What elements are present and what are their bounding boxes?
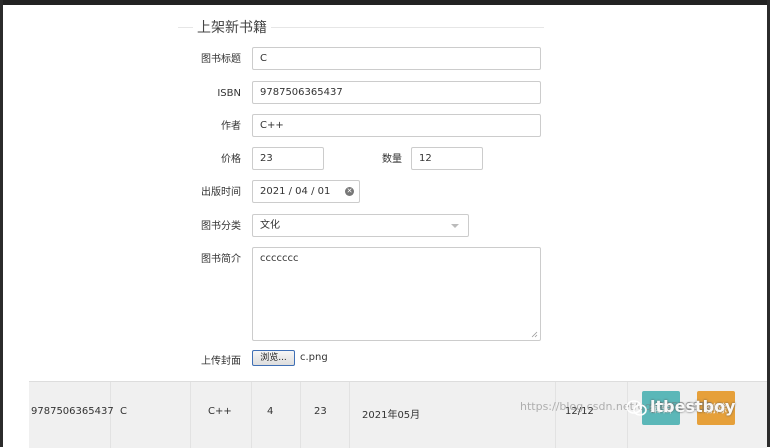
pubdate-label: 出版时间 — [201, 187, 241, 198]
chevron-down-icon — [451, 224, 459, 228]
clear-icon[interactable]: ✕ — [345, 187, 354, 196]
category-select[interactable]: 文化 — [252, 214, 469, 237]
cell-divider — [251, 382, 252, 448]
resize-grip-icon[interactable] — [531, 331, 538, 338]
cell-price: 23 — [314, 406, 327, 417]
cell-author: C++ — [208, 406, 232, 417]
wechat-logo-icon — [626, 400, 647, 416]
pubdate-input[interactable]: 2021 / 04 / 01 ✕ — [252, 180, 360, 203]
price-label: 价格 — [221, 154, 241, 165]
title-input[interactable]: C — [252, 47, 541, 70]
watermark-brand: ltbestboy — [650, 397, 736, 416]
cell-isbn: 9787506365437 — [31, 406, 114, 417]
quantity-input[interactable]: 12 — [411, 147, 483, 170]
file-name: c.png — [300, 352, 328, 363]
pubdate-value: 2021 / 04 / 01 — [260, 186, 331, 197]
quantity-label: 数量 — [382, 154, 402, 165]
window-top-border — [0, 0, 770, 5]
cell-title: C — [120, 406, 127, 417]
form-legend: 上架新书籍 — [193, 18, 271, 38]
cell-divider — [190, 382, 191, 448]
price-input[interactable]: 23 — [252, 147, 324, 170]
cell-divider — [349, 382, 350, 448]
category-value: 文化 — [260, 220, 280, 231]
isbn-label: ISBN — [217, 88, 241, 99]
intro-value: ccccccc — [260, 253, 299, 264]
cell-divider — [300, 382, 301, 448]
cell-date: 2021年05月 — [362, 410, 421, 421]
window-left-border — [0, 0, 3, 447]
browse-button[interactable]: 浏览... — [252, 350, 295, 366]
cover-label: 上传封面 — [201, 356, 241, 367]
author-label: 作者 — [221, 121, 241, 132]
intro-label: 图书简介 — [201, 254, 241, 265]
isbn-input[interactable]: 9787506365437 — [252, 81, 541, 104]
title-label: 图书标题 — [201, 54, 241, 65]
intro-textarea[interactable]: ccccccc — [252, 247, 541, 341]
author-input[interactable]: C++ — [252, 114, 541, 137]
cell-count: 4 — [267, 406, 274, 417]
category-label: 图书分类 — [201, 221, 241, 232]
cell-divider — [555, 382, 556, 448]
